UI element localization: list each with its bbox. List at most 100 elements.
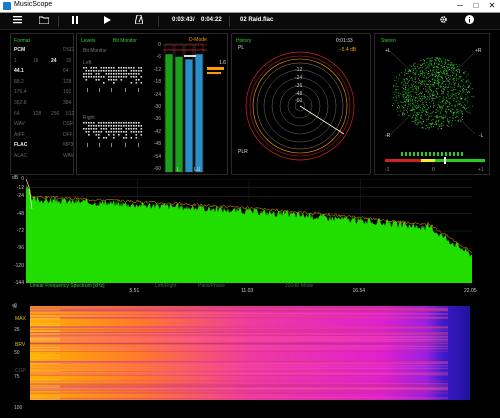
format-option[interactable]: 44.1: [14, 68, 24, 74]
spectrogram-y-tick: 25: [14, 326, 20, 333]
level-scale-tick: -6: [156, 54, 161, 61]
history-ring-label: -36: [295, 83, 303, 89]
bit-grid-left: [83, 67, 143, 93]
level-scale-tick: -18: [153, 79, 161, 86]
spectrum-x-tick: 5.51: [129, 288, 140, 294]
metronome-icon[interactable]: [132, 14, 146, 28]
format-option[interactable]: 512: [66, 111, 74, 117]
stereo-plus-r: +R: [475, 48, 482, 54]
format-option[interactable]: DSD: [63, 47, 74, 53]
spectrum-y-tick: -120: [13, 262, 24, 269]
format-option[interactable]: 176.4: [14, 89, 27, 95]
spectrogram-y-tick: 100: [14, 405, 23, 411]
spectrum-y-tick: -72: [16, 228, 24, 234]
format-option[interactable]: 128: [33, 111, 41, 117]
level-scale-tick: -30: [153, 104, 161, 110]
format-option[interactable]: ALAC: [14, 153, 27, 159]
spectrum-x-tick: 11.03: [241, 288, 254, 294]
bit-grid-right: [83, 122, 143, 148]
total-time: 0:04:22: [201, 17, 222, 23]
level-scale-tick: -12: [153, 66, 161, 73]
format-option[interactable]: MP3: [63, 142, 73, 148]
level-scale-tick: -24: [153, 91, 161, 98]
peak-value: 1.6: [219, 60, 226, 66]
app-icon: [3, 2, 11, 10]
spectrum-plot: [26, 179, 472, 283]
history-ring-label: -12: [295, 67, 303, 73]
spectrum-legend-item[interactable]: Pans/Phase: [198, 283, 225, 289]
level-scale-tick: 0: [158, 42, 161, 48]
history-radar: [245, 51, 355, 161]
format-option[interactable]: FLAC: [14, 142, 27, 148]
format-option[interactable]: 384: [63, 100, 71, 106]
spectrogram-side-label: CGP: [15, 368, 26, 374]
format-option[interactable]: 16: [33, 58, 39, 64]
spectrogram-y-tick: 50: [14, 350, 20, 356]
level-scale-tick: -60: [153, 166, 161, 172]
format-option[interactable]: 1: [14, 58, 17, 64]
spectrum-y-tick: -144: [13, 280, 24, 286]
history-ring-label: -60: [295, 98, 303, 104]
pause-icon[interactable]: [68, 15, 82, 28]
spectrum-y-tick: -96: [16, 245, 24, 252]
spectrogram-panel: % 0 25 50 75 100 MAX BRV CGP: [0, 300, 500, 418]
spectrogram-side-label: MAX: [15, 316, 26, 322]
format-option[interactable]: PCM: [14, 47, 25, 53]
toolbar: 0:03:43 / 0:04:22 02 Raid.flac: [0, 13, 500, 30]
format-option[interactable]: DSF: [63, 121, 73, 127]
current-time: 0:03:43: [172, 17, 193, 23]
track-name: 02 Raid.flac: [240, 17, 274, 23]
corr-zero: 0: [432, 167, 435, 173]
spectrogram-side-label: BRV: [15, 342, 26, 348]
spectrogram-y-tick: 75: [14, 373, 20, 380]
time-separator: /: [193, 17, 195, 23]
stereo-minus-l: -L: [479, 133, 484, 139]
title-bar: MusicScope ─ □ ✕: [0, 0, 500, 13]
spectrum-legend-item[interactable]: Linear Frequency Spectrum [kHz]: [30, 283, 104, 289]
play-icon[interactable]: [100, 15, 114, 28]
minimize-button[interactable]: ─: [452, 0, 468, 12]
spectrum-y-tick: -12: [16, 184, 24, 191]
spectrum-legend-item[interactable]: Left/Right: [155, 283, 176, 289]
stereo-scope: [391, 52, 475, 134]
settings-icon[interactable]: [436, 15, 450, 28]
stereo-title: Stereo: [381, 38, 396, 44]
correlation-meter: [385, 152, 485, 164]
corr-plus: +1: [478, 167, 484, 173]
right-label: Right: [83, 115, 95, 121]
menu-icon[interactable]: [10, 15, 24, 28]
toolbar-divider: [229, 16, 230, 27]
d-mode-label[interactable]: D-Mode: [189, 37, 207, 43]
format-option[interactable]: WAV: [14, 121, 25, 127]
spectrum-panel: dB 0 -12 -24 -48 -72 -96 -120 -144 5.51 11.03 16.…: [0, 175, 500, 300]
format-option[interactable]: 128: [63, 79, 71, 85]
format-option[interactable]: DFF: [63, 132, 73, 138]
spectrum-legend-item[interactable]: 200dB Mode: [285, 283, 313, 289]
format-option[interactable]: 88.2: [14, 79, 24, 85]
format-option[interactable]: AIFF: [14, 132, 25, 138]
format-option[interactable]: 64: [14, 111, 20, 117]
meter-left-label: L: [177, 167, 180, 173]
spectrum-x-tick: 16.54: [352, 288, 366, 294]
format-title: Format: [14, 38, 30, 44]
corr-minus: -1: [385, 167, 390, 173]
level-scale-tick: -48: [153, 141, 161, 148]
format-option[interactable]: 352.8: [14, 100, 27, 106]
close-button[interactable]: ✕: [484, 0, 500, 12]
format-option[interactable]: WAV: [63, 153, 74, 159]
format-option[interactable]: 32: [66, 58, 72, 64]
format-option[interactable]: 256: [51, 111, 59, 117]
maximize-button[interactable]: □: [468, 0, 484, 12]
level-meters: [163, 43, 224, 173]
info-icon[interactable]: [462, 15, 476, 28]
spectrum-x-tick: 22.05: [464, 288, 477, 294]
level-scale-tick: -42: [153, 128, 161, 135]
bit-monitor-tab[interactable]: Bit Monitor: [113, 38, 137, 44]
format-option[interactable]: 64: [63, 68, 69, 74]
spectrogram-y-tick: 0: [14, 303, 17, 309]
format-option[interactable]: 24: [51, 58, 57, 64]
stereo-minus-r: -R: [385, 133, 391, 139]
folder-icon[interactable]: [37, 15, 51, 28]
spectrogram-plot: [30, 306, 470, 400]
format-option[interactable]: 192: [63, 89, 71, 95]
